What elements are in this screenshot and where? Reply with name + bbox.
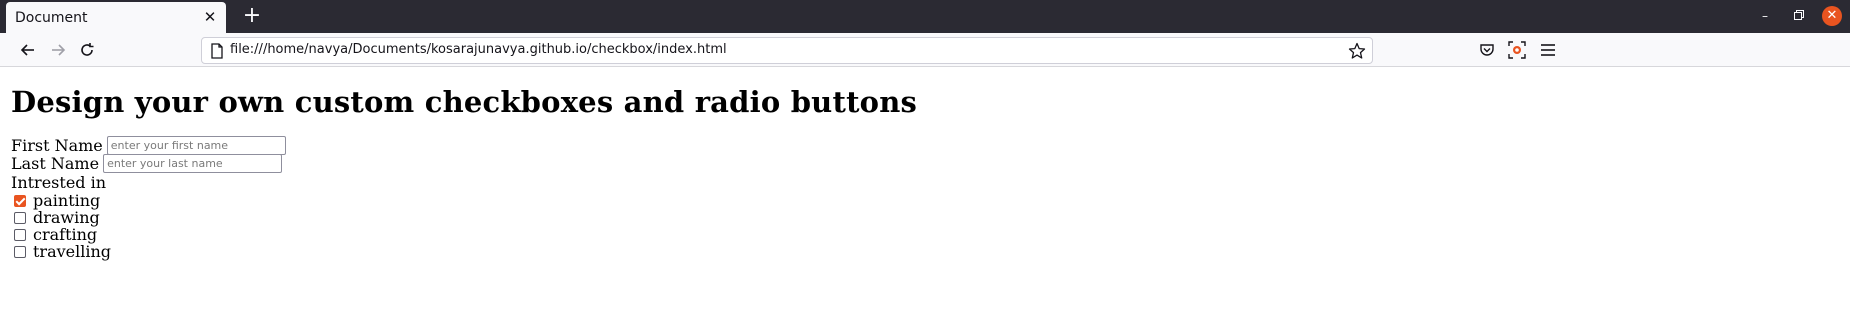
checkbox-row-travelling[interactable]: travelling [14, 242, 111, 261]
hamburger-menu-icon[interactable] [1538, 40, 1558, 60]
reload-icon[interactable] [75, 39, 99, 61]
tab-close-icon[interactable]: ✕ [202, 9, 218, 25]
screenshot-icon[interactable] [1507, 40, 1527, 60]
tab-title: Document [15, 9, 88, 26]
travelling-checkbox[interactable] [14, 245, 26, 258]
last-name-input[interactable] [103, 154, 283, 173]
window-close-icon[interactable]: ✕ [1822, 6, 1842, 26]
last-name-label: Last Name [11, 154, 100, 173]
travelling-label: travelling [33, 242, 112, 261]
browser-tab-strip: Document ✕ + – ✕ [0, 0, 1850, 33]
page-content: Design your own custom checkboxes and ra… [0, 68, 1850, 321]
window-restore-icon[interactable] [1790, 7, 1808, 25]
forward-arrow-icon[interactable] [46, 39, 70, 61]
drawing-checkbox[interactable] [14, 211, 26, 224]
crafting-checkbox[interactable] [14, 228, 26, 241]
painting-checkbox[interactable] [14, 194, 26, 207]
first-name-input[interactable] [106, 136, 286, 155]
url-text[interactable]: file:///home/navya/Documents/kosarajunav… [230, 42, 727, 57]
url-bar[interactable]: file:///home/navya/Documents/kosarajunav… [201, 37, 1373, 64]
back-arrow-icon[interactable] [16, 39, 40, 61]
browser-tab-document[interactable]: Document ✕ [6, 2, 226, 33]
page-file-icon [210, 43, 224, 59]
last-name-row: Last Name [11, 154, 283, 173]
first-name-row: First Name [11, 136, 286, 155]
navigation-toolbar: file:///home/navya/Documents/kosarajunav… [0, 33, 1850, 67]
pocket-icon[interactable] [1477, 40, 1497, 60]
window-minimize-icon[interactable]: – [1756, 7, 1774, 25]
first-name-label: First Name [11, 136, 103, 155]
page-title: Design your own custom checkboxes and ra… [11, 85, 918, 119]
bookmark-star-icon[interactable] [1348, 42, 1366, 60]
interested-in-label: Intrested in [11, 173, 107, 192]
restore-icon-shape [1794, 10, 1804, 20]
new-tab-plus-icon[interactable]: + [241, 5, 263, 27]
